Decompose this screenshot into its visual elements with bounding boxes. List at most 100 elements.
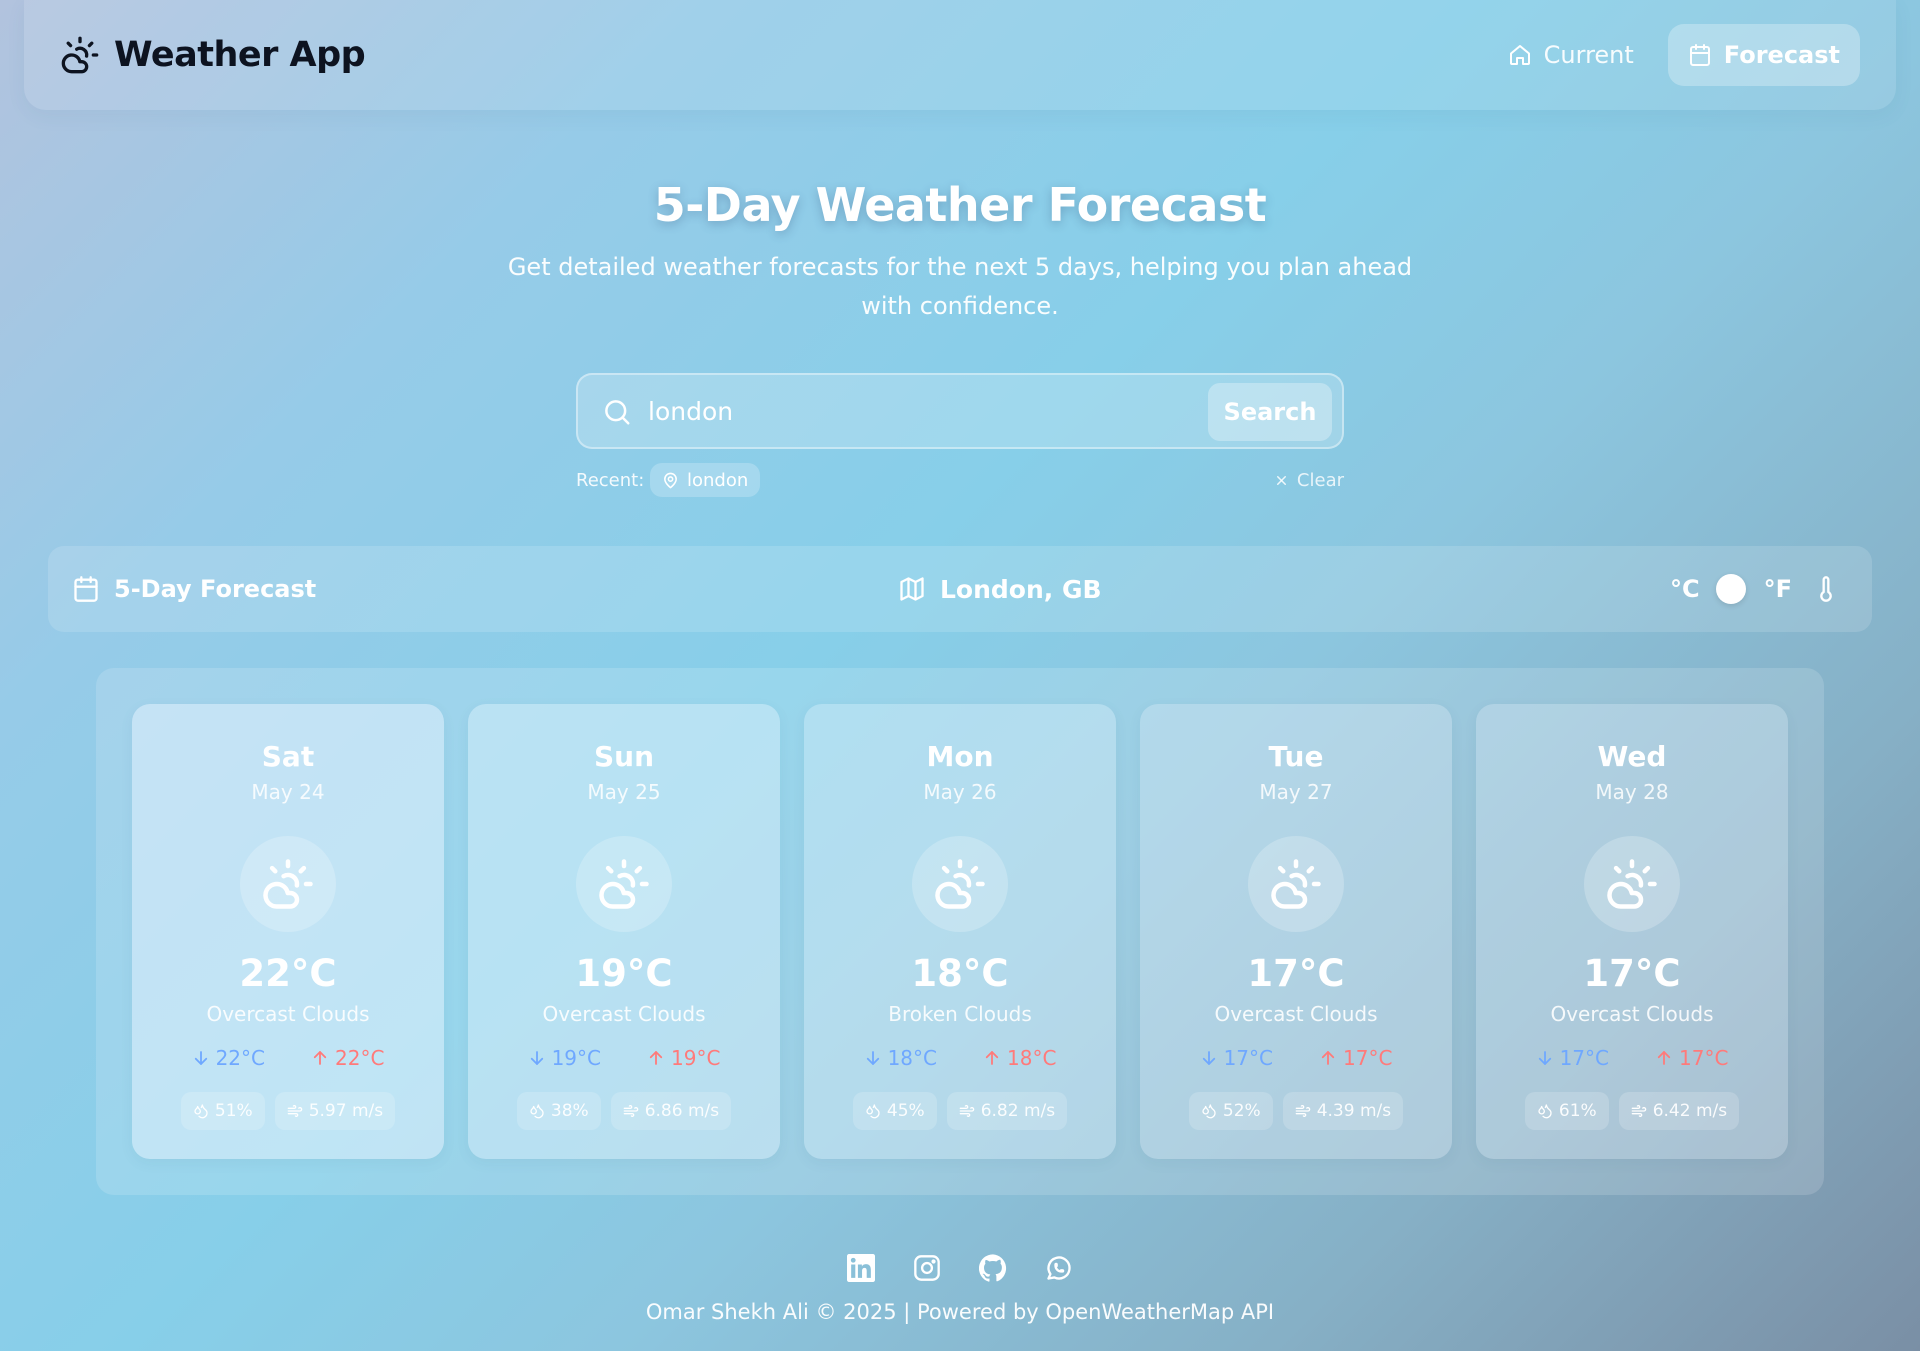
sun-cloud-icon xyxy=(60,35,100,75)
arrow-down-icon xyxy=(866,1051,879,1065)
card-day: Tue xyxy=(1268,740,1324,773)
thermometer-icon xyxy=(1812,575,1840,603)
partly-cloudy-icon xyxy=(240,836,336,932)
arrow-up-icon xyxy=(985,1051,999,1065)
card-temperature: 17°C xyxy=(1247,952,1345,995)
wind-icon xyxy=(1295,1105,1310,1117)
page-title: 5-Day Weather Forecast xyxy=(653,178,1267,232)
search-icon xyxy=(602,397,632,427)
partly-cloudy-icon xyxy=(912,836,1008,932)
search-input[interactable] xyxy=(648,389,1118,433)
forecast-card[interactable]: Sat May 24 22°C Overcast Clouds 22°C 22°… xyxy=(132,704,444,1159)
min-temp: 22°C xyxy=(192,1046,265,1070)
humidity-stat: 61% xyxy=(1524,1092,1609,1130)
toggle-knob xyxy=(1715,574,1746,604)
nav-current[interactable]: Current xyxy=(1488,24,1654,86)
min-temp: 17°C xyxy=(1200,1046,1273,1070)
droplets-icon xyxy=(1202,1104,1216,1119)
nav-current-label: Current xyxy=(1543,41,1634,69)
forecast-panel: Sat May 24 22°C Overcast Clouds 22°C 22°… xyxy=(96,668,1824,1195)
forecast-heading: 5-Day Forecast xyxy=(72,546,316,632)
droplets-icon xyxy=(1538,1104,1552,1119)
humidity-stat: 45% xyxy=(852,1092,937,1130)
card-description: Overcast Clouds xyxy=(1550,1002,1714,1026)
wind-icon xyxy=(287,1105,302,1117)
arrow-down-icon xyxy=(1538,1051,1551,1065)
card-date: May 28 xyxy=(1595,780,1669,804)
calendar-icon xyxy=(72,575,100,603)
min-temp: 19°C xyxy=(528,1046,601,1070)
location-label: London, GB xyxy=(940,574,1102,604)
whatsapp-icon[interactable] xyxy=(1045,1254,1073,1282)
github-icon[interactable] xyxy=(979,1254,1007,1282)
recent-chip-london[interactable]: london xyxy=(650,463,761,497)
recent-chip-label: london xyxy=(687,469,749,491)
instagram-icon[interactable] xyxy=(913,1254,941,1282)
card-day: Wed xyxy=(1597,740,1667,773)
max-temp: 18°C xyxy=(983,1046,1056,1070)
humidity-stat: 38% xyxy=(516,1092,601,1130)
unit-toggle-group: °C °F xyxy=(1670,546,1840,632)
max-temp: 17°C xyxy=(1655,1046,1728,1070)
nav-forecast-label: Forecast xyxy=(1723,41,1840,69)
droplets-icon xyxy=(866,1104,880,1119)
droplets-icon xyxy=(194,1104,208,1119)
forecast-heading-label: 5-Day Forecast xyxy=(114,575,317,603)
card-min-max: 18°C 18°C xyxy=(804,1046,1116,1070)
forecast-header-bar: 5-Day Forecast London, GB °C °F xyxy=(48,546,1872,632)
wind-icon xyxy=(959,1105,974,1117)
card-temperature: 18°C xyxy=(911,952,1009,995)
card-temperature: 17°C xyxy=(1583,952,1681,995)
calendar-icon xyxy=(1688,43,1712,67)
min-temp: 18°C xyxy=(864,1046,937,1070)
card-min-max: 19°C 19°C xyxy=(468,1046,780,1070)
wind-stat: 5.97 m/s xyxy=(274,1092,396,1130)
partly-cloudy-icon xyxy=(1248,836,1344,932)
search-button[interactable]: Search xyxy=(1208,383,1332,441)
unit-toggle[interactable] xyxy=(1712,569,1752,609)
linkedin-icon[interactable] xyxy=(847,1254,875,1282)
forecast-card[interactable]: Mon May 26 18°C Broken Clouds 18°C 18°C … xyxy=(804,704,1116,1159)
card-date: May 27 xyxy=(1259,780,1333,804)
card-description: Overcast Clouds xyxy=(1214,1002,1378,1026)
card-stats: 51% 5.97 m/s xyxy=(132,1092,444,1130)
card-description: Broken Clouds xyxy=(888,1002,1032,1026)
forecast-card[interactable]: Wed May 28 17°C Overcast Clouds 17°C 17°… xyxy=(1476,704,1788,1159)
search-bar: Search xyxy=(576,373,1344,449)
card-stats: 38% 6.86 m/s xyxy=(468,1092,780,1130)
card-date: May 24 xyxy=(251,780,325,804)
app-logo[interactable]: Weather App xyxy=(60,30,366,80)
location-display: London, GB xyxy=(898,546,1102,632)
card-description: Overcast Clouds xyxy=(542,1002,706,1026)
card-description: Overcast Clouds xyxy=(206,1002,370,1026)
wind-stat: 6.82 m/s xyxy=(946,1092,1068,1130)
map-icon xyxy=(898,575,926,603)
partly-cloudy-icon xyxy=(1584,836,1680,932)
app-title: Weather App xyxy=(114,35,366,75)
partly-cloudy-icon xyxy=(576,836,672,932)
page-subtitle: Get detailed weather forecasts for the n… xyxy=(507,253,1413,320)
nav-forecast[interactable]: Forecast xyxy=(1667,24,1860,86)
card-day: Sat xyxy=(261,740,315,773)
forecast-card[interactable]: Tue May 27 17°C Overcast Clouds 17°C 17°… xyxy=(1140,704,1452,1159)
close-icon xyxy=(1274,473,1289,488)
humidity-stat: 51% xyxy=(180,1092,265,1130)
arrow-down-icon xyxy=(194,1051,207,1065)
clear-recent-button[interactable]: Clear xyxy=(1274,470,1344,491)
card-stats: 52% 4.39 m/s xyxy=(1140,1092,1452,1130)
wind-icon xyxy=(623,1105,638,1117)
main-nav: Current Forecast xyxy=(1488,24,1860,86)
wind-icon xyxy=(1631,1105,1646,1117)
max-temp: 17°C xyxy=(1319,1046,1392,1070)
forecast-card[interactable]: Sun May 25 19°C Overcast Clouds 19°C 19°… xyxy=(468,704,780,1159)
unit-fahrenheit-label: °F xyxy=(1763,575,1792,603)
arrow-down-icon xyxy=(1202,1051,1215,1065)
card-temperature: 22°C xyxy=(239,952,337,995)
card-min-max: 17°C 17°C xyxy=(1476,1046,1788,1070)
card-date: May 26 xyxy=(923,780,997,804)
recent-searches: Recent: london Clear xyxy=(576,463,1344,497)
min-temp: 17°C xyxy=(1536,1046,1609,1070)
card-stats: 45% 6.82 m/s xyxy=(804,1092,1116,1130)
wind-stat: 4.39 m/s xyxy=(1282,1092,1404,1130)
footer-credits: Omar Shekh Ali © 2025 | Powered by OpenW… xyxy=(645,1300,1275,1324)
